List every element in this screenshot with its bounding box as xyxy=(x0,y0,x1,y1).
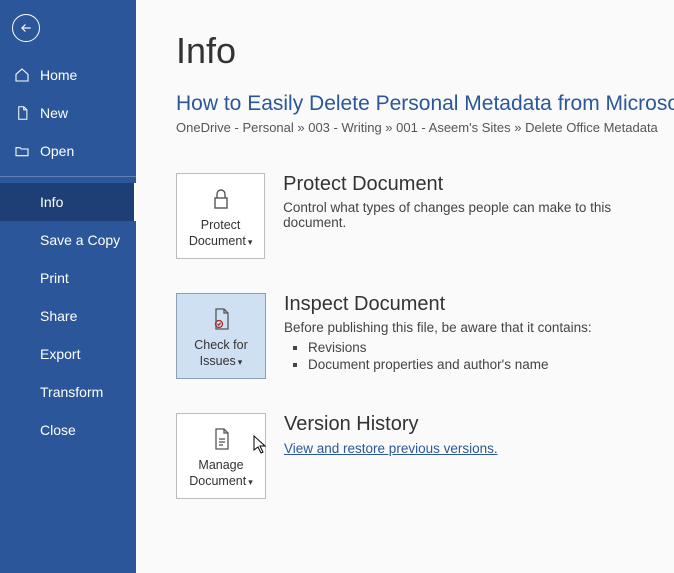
sidebar-item-label: Print xyxy=(40,270,69,286)
sidebar-item-label: Save a Copy xyxy=(40,232,120,248)
sidebar-item-label: Close xyxy=(40,422,76,438)
sidebar-item-transform[interactable]: Transform xyxy=(0,373,136,411)
breadcrumb: OneDrive - Personal » 003 - Writing » 00… xyxy=(176,120,674,135)
sidebar-item-info[interactable]: Info xyxy=(0,183,136,221)
sidebar-item-label: Info xyxy=(40,194,63,210)
document-icon xyxy=(209,424,233,454)
tile-label-line1: Check for xyxy=(194,338,248,352)
section-version: Manage Document▾ Version History View an… xyxy=(176,413,674,499)
sidebar-item-label: Transform xyxy=(40,384,103,400)
manage-document-button[interactable]: Manage Document▾ xyxy=(176,413,266,499)
sidebar-item-save-copy[interactable]: Save a Copy xyxy=(0,221,136,259)
sidebar-item-label: Export xyxy=(40,346,80,362)
list-item: Document properties and author's name xyxy=(308,356,592,373)
section-desc: Control what types of changes people can… xyxy=(283,200,674,230)
sidebar-item-print[interactable]: Print xyxy=(0,259,136,297)
section-body: Protect Document Control what types of c… xyxy=(283,173,674,234)
tile-label-line2: Document xyxy=(189,234,246,250)
tile-label-line2: Issues xyxy=(200,354,236,370)
chevron-down-icon: ▾ xyxy=(238,357,243,368)
issues-list: Revisions Document properties and author… xyxy=(308,339,592,373)
sidebar-item-label: Home xyxy=(40,67,77,83)
sidebar-item-open[interactable]: Open xyxy=(0,132,136,170)
section-body: Version History View and restore previou… xyxy=(284,413,498,456)
section-title: Inspect Document xyxy=(284,293,592,316)
new-file-icon xyxy=(14,105,30,121)
backstage-sidebar: Home New Open Info Save a Copy Print Sha… xyxy=(0,0,136,573)
chevron-down-icon: ▾ xyxy=(248,237,253,248)
sidebar-item-label: Open xyxy=(40,143,74,159)
document-title: How to Easily Delete Personal Metadata f… xyxy=(176,92,674,116)
back-button[interactable] xyxy=(12,14,40,42)
chevron-down-icon: ▾ xyxy=(248,477,253,488)
lock-icon xyxy=(209,184,233,214)
folder-open-icon xyxy=(14,143,30,159)
section-title: Protect Document xyxy=(283,173,674,196)
page-title: Info xyxy=(176,30,674,72)
home-icon xyxy=(14,67,30,83)
protect-document-button[interactable]: Protect Document▾ xyxy=(176,173,265,259)
check-for-issues-button[interactable]: Check for Issues▾ xyxy=(176,293,266,379)
section-desc: Before publishing this file, be aware th… xyxy=(284,320,592,335)
sidebar-item-share[interactable]: Share xyxy=(0,297,136,335)
section-body: Inspect Document Before publishing this … xyxy=(284,293,592,373)
sidebar-item-label: Share xyxy=(40,308,77,324)
tile-label-line2: Document xyxy=(189,474,246,490)
list-item: Revisions xyxy=(308,339,592,356)
tile-label-line1: Manage xyxy=(198,458,243,472)
sidebar-item-label: New xyxy=(40,105,68,121)
document-check-icon xyxy=(209,304,233,334)
section-title: Version History xyxy=(284,413,498,436)
sidebar-item-export[interactable]: Export xyxy=(0,335,136,373)
sidebar-item-home[interactable]: Home xyxy=(0,56,136,94)
section-protect: Protect Document▾ Protect Document Contr… xyxy=(176,173,674,259)
sidebar-item-new[interactable]: New xyxy=(0,94,136,132)
arrow-left-icon xyxy=(19,21,33,35)
sidebar-item-close[interactable]: Close xyxy=(0,411,136,449)
view-versions-link[interactable]: View and restore previous versions. xyxy=(284,441,498,456)
info-page: Info How to Easily Delete Personal Metad… xyxy=(136,0,674,573)
tile-label-line1: Protect xyxy=(201,218,241,232)
section-inspect: Check for Issues▾ Inspect Document Befor… xyxy=(176,293,674,379)
sidebar-divider xyxy=(0,176,136,177)
